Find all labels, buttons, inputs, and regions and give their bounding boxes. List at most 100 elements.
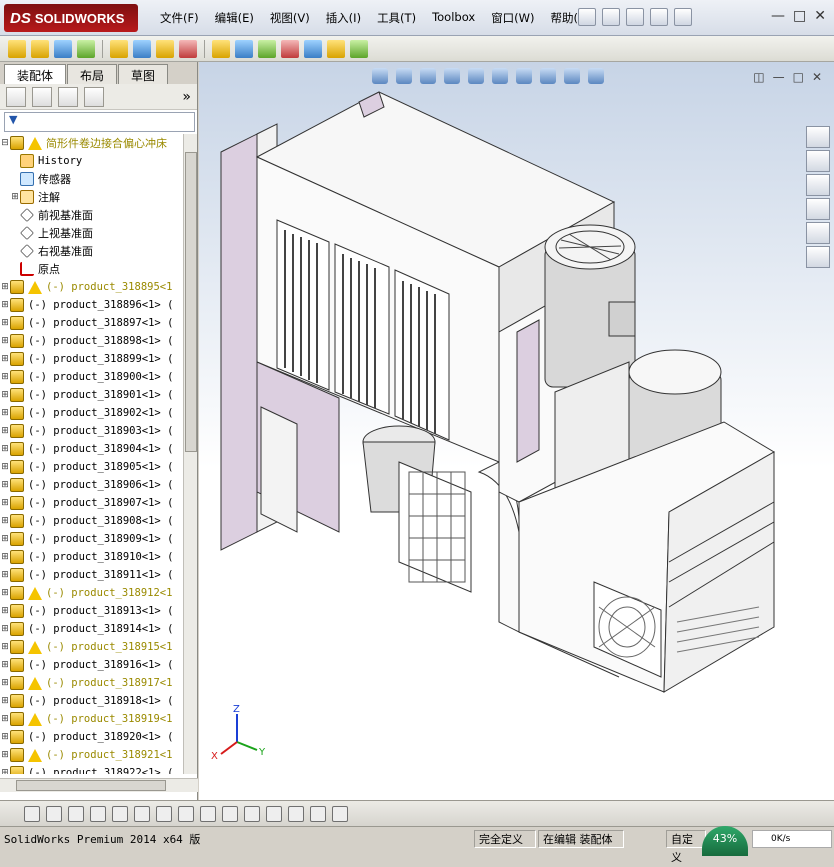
tree-item-part[interactable]: ⊞ (-) product_318899<1> ( (0, 350, 182, 368)
insert-component-icon[interactable] (8, 39, 26, 58)
tree-item-part[interactable]: ⊞ (-) product_318914<1> ( (0, 620, 182, 638)
grid-icon[interactable] (244, 805, 260, 822)
expand-icon[interactable]: ⊞ (10, 192, 20, 202)
tree-item-part[interactable]: ⊞ (-) product_318902<1> ( (0, 404, 182, 422)
tree-item-part[interactable]: ⊞ (-) product_318913<1> ( (0, 602, 182, 620)
point-icon[interactable] (24, 805, 40, 822)
expand-icon[interactable]: ⊞ (0, 552, 10, 562)
expand-icon[interactable]: ⊞ (0, 282, 10, 292)
expand-icon[interactable]: ⊞ (0, 372, 10, 382)
mirror-icon[interactable] (266, 805, 282, 822)
configuration-manager-icon[interactable] (58, 86, 78, 107)
dimension-icon[interactable] (222, 805, 238, 822)
tree-item-part[interactable]: ⊞ (-) product_318919<1 (0, 710, 182, 728)
move-component-icon[interactable] (133, 39, 151, 58)
close-icon[interactable]: ✕ (812, 70, 822, 84)
tree-filter-input[interactable]: ▼ (4, 112, 195, 132)
save-icon[interactable] (650, 8, 668, 26)
tree-item-part[interactable]: ⊞ (-) product_318905<1> ( (0, 458, 182, 476)
restore-icon[interactable]: □ (793, 70, 804, 84)
edit-appearance-icon[interactable] (540, 68, 556, 84)
expand-icon[interactable]: ⊞ (0, 390, 10, 400)
tree-item-part[interactable]: ⊞ (-) product_318915<1 (0, 638, 182, 656)
tree-root[interactable]: ⊟ 简形件卷边接合偏心冲床 (0, 134, 182, 152)
zoom-area-icon[interactable] (396, 68, 412, 84)
tree-item-part[interactable]: ⊞ (-) product_318907<1> ( (0, 494, 182, 512)
tree-item[interactable]: 原点 (0, 260, 182, 278)
expand-icon[interactable]: ⊞ (0, 318, 10, 328)
tab-sketch[interactable]: 草图 (118, 64, 169, 84)
hide-show-items-icon[interactable] (516, 68, 532, 84)
spline-icon[interactable] (200, 805, 216, 822)
tree-item-part[interactable]: ⊞ (-) product_318897<1> ( (0, 314, 182, 332)
file-explorer-icon[interactable] (806, 174, 830, 196)
scroll-thumb[interactable] (16, 780, 166, 791)
expand-icon[interactable]: ⊞ (0, 426, 10, 436)
bill-of-materials-icon[interactable] (258, 39, 276, 58)
view-settings-icon[interactable] (588, 68, 604, 84)
mate-icon[interactable] (31, 39, 49, 58)
linear-pattern-icon[interactable] (77, 39, 95, 58)
corner-rectangle-icon[interactable] (178, 805, 194, 822)
expand-icon[interactable]: ⊞ (0, 480, 10, 490)
expand-icon[interactable]: ⊞ (0, 606, 10, 616)
tree-item[interactable]: 传感器 (0, 170, 182, 188)
reference-geometry-icon[interactable] (212, 39, 230, 58)
cube-icon[interactable] (288, 805, 304, 822)
expand-icon[interactable]: ⊞ (0, 678, 10, 688)
tree-item-part[interactable]: ⊞ (-) product_318906<1> ( (0, 476, 182, 494)
tree-item-part[interactable]: ⊞ (-) product_318910<1> ( (0, 548, 182, 566)
instant3d-icon[interactable] (304, 39, 322, 58)
tree-item-part[interactable]: ⊞ (-) product_318922<1> ( (0, 764, 182, 774)
minimize-icon[interactable]: — (773, 70, 785, 84)
tree-item-part[interactable]: ⊞ (-) product_318903<1> ( (0, 422, 182, 440)
smart-fasteners-icon[interactable] (110, 39, 128, 58)
trim-icon[interactable] (90, 805, 106, 822)
menu-toolbox[interactable]: Toolbox (424, 10, 483, 26)
tree-item[interactable]: 上视基准面 (0, 224, 182, 242)
design-library-icon[interactable] (806, 150, 830, 172)
expand-icon[interactable]: ⊞ (0, 300, 10, 310)
tree-item-part[interactable]: ⊞ (-) product_318917<1 (0, 674, 182, 692)
tab-assembly[interactable]: 装配体 (4, 64, 67, 84)
menu-insert[interactable]: 插入(I) (318, 10, 369, 26)
expand-icon[interactable]: ⊞ (0, 642, 10, 652)
tree-item[interactable]: 右视基准面 (0, 242, 182, 260)
tree-item-part[interactable]: ⊞ (-) product_318904<1> ( (0, 440, 182, 458)
apply-scene-icon[interactable] (564, 68, 580, 84)
assembly-features-icon[interactable] (179, 39, 197, 58)
graphics-area[interactable]: Z Y X (199, 62, 834, 800)
tree-item-part[interactable]: ⊞ (-) product_318908<1> ( (0, 512, 182, 530)
expand-icon[interactable]: ⊞ (0, 732, 10, 742)
expand-icon[interactable]: ⊞ (0, 750, 10, 760)
new-document-icon[interactable] (602, 8, 620, 26)
view-orientation-icon[interactable] (468, 68, 484, 84)
expand-icon[interactable]: ⊞ (0, 534, 10, 544)
tree-item-part[interactable]: ⊞ (-) product_318918<1> ( (0, 692, 182, 710)
tile-icon[interactable]: ◫ (753, 70, 764, 84)
polygon-icon[interactable] (68, 805, 84, 822)
hide-show-icon[interactable] (156, 39, 174, 58)
collapse-icon[interactable]: ⊟ (0, 138, 10, 148)
expand-icon[interactable]: ⊞ (0, 462, 10, 472)
expand-icon[interactable]: ⊞ (0, 570, 10, 580)
tree-vertical-scrollbar[interactable] (183, 134, 197, 774)
tree-item-part[interactable]: ⊞ (-) product_318920<1> ( (0, 728, 182, 746)
speedpak-icon[interactable] (327, 39, 345, 58)
tree-horizontal-scrollbar[interactable] (0, 778, 198, 792)
custom-properties-icon[interactable] (806, 246, 830, 268)
restore-icon[interactable]: □ (793, 8, 806, 24)
tree-item-part[interactable]: ⊞ (-) product_318901<1> ( (0, 386, 182, 404)
help-icon[interactable] (674, 8, 692, 26)
line-icon[interactable] (112, 805, 128, 822)
tree-item[interactable]: ⊞ 注解 (0, 188, 182, 206)
minimize-icon[interactable]: — (771, 8, 785, 24)
expand-icon[interactable]: ⊞ (0, 516, 10, 526)
menu-view[interactable]: 视图(V) (262, 10, 318, 26)
menu-file[interactable]: 文件(F) (152, 10, 207, 26)
circle-icon[interactable] (46, 805, 62, 822)
open-icon[interactable] (626, 8, 644, 26)
expand-icon[interactable]: ⊞ (0, 336, 10, 346)
take-snapshot-icon[interactable] (350, 39, 368, 58)
tab-layout[interactable]: 布局 (67, 64, 118, 84)
